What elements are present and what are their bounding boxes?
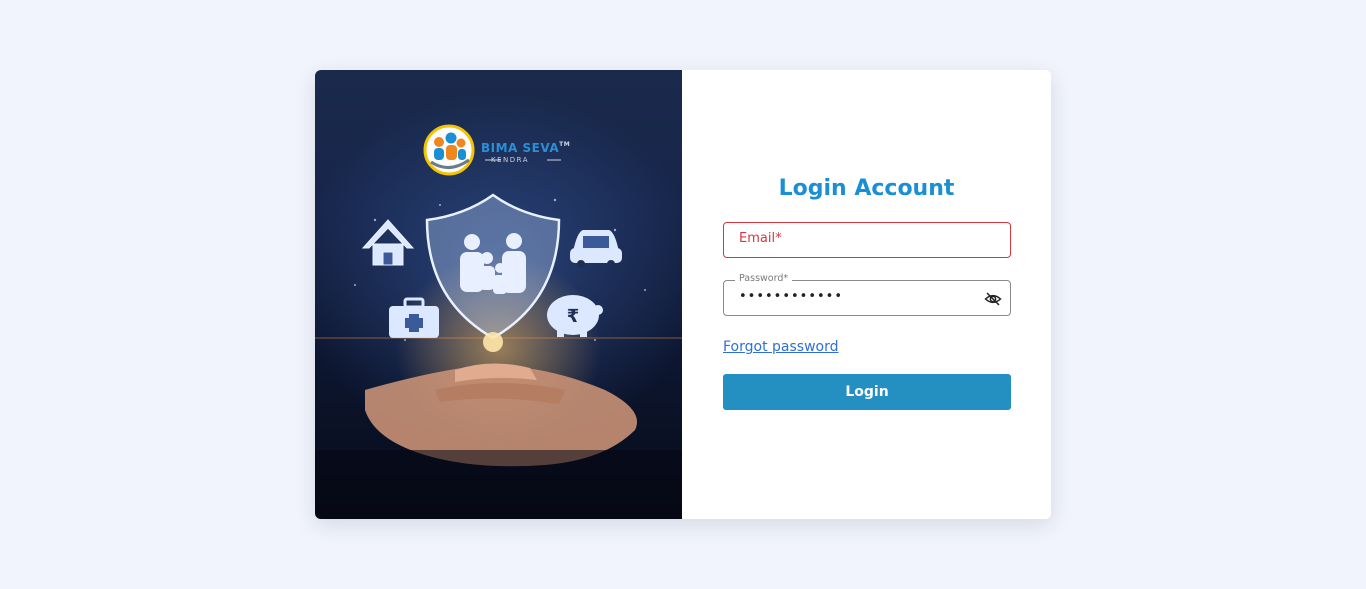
medical-kit-icon bbox=[389, 297, 439, 338]
hero-image: ₹ BIMA SEVATM KENDRA bbox=[315, 70, 682, 519]
eye-off-icon[interactable] bbox=[984, 290, 1002, 308]
login-card: ₹ BIMA SEVATM KENDRA Login Account Email… bbox=[315, 70, 1051, 519]
brand-logo-icon bbox=[423, 124, 475, 176]
login-button[interactable]: Login bbox=[723, 374, 1011, 410]
insurance-illustration: ₹ bbox=[315, 124, 682, 519]
house-icon bbox=[361, 219, 415, 266]
page-title: Login Account bbox=[778, 176, 955, 201]
email-field[interactable]: Email* bbox=[723, 222, 1011, 258]
password-value: •••••••••••• bbox=[739, 289, 844, 304]
car-icon bbox=[570, 230, 622, 268]
svg-text:₹: ₹ bbox=[567, 306, 580, 327]
brand-subtitle: KENDRA bbox=[491, 156, 530, 164]
brand-name: BIMA SEVATM bbox=[481, 141, 571, 155]
email-placeholder: Email* bbox=[739, 231, 782, 246]
forgot-password-link[interactable]: Forgot password bbox=[723, 339, 839, 355]
password-label: Password* bbox=[735, 273, 793, 284]
piggy-bank-rupee-icon: ₹ bbox=[547, 295, 603, 337]
login-panel: Login Account Email* Password* •••••••••… bbox=[682, 70, 1051, 519]
family-shield-icon bbox=[425, 193, 561, 340]
password-field[interactable]: Password* •••••••••••• bbox=[723, 273, 1011, 316]
